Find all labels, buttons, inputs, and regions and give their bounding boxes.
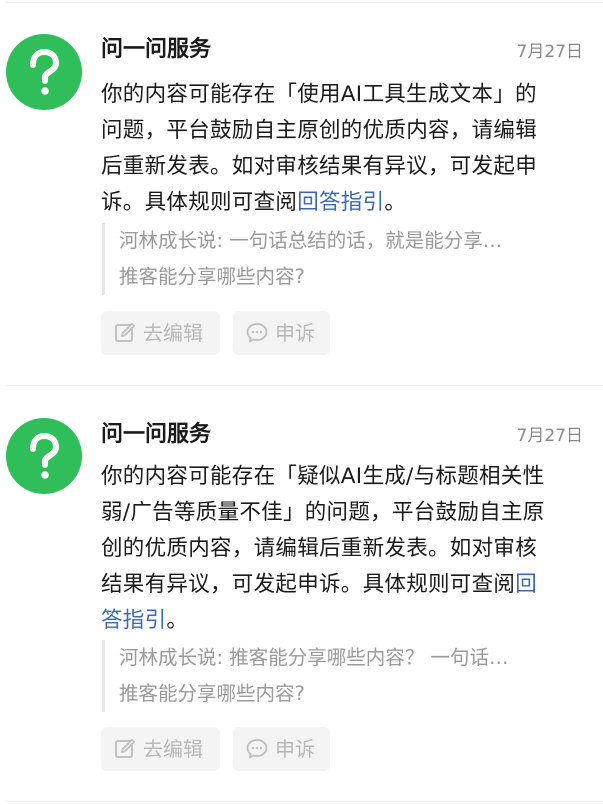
body-line: 弱/广告等质量不佳」的问题，平台鼓励自主原 bbox=[101, 500, 545, 525]
edit-button[interactable]: 去编辑 bbox=[101, 727, 220, 771]
sender-name: 问一问服务 bbox=[101, 422, 212, 447]
body-line: 问题，平台鼓励自主原创的优质内容，请编辑 bbox=[101, 118, 538, 143]
message-body: 你的内容可能存在「疑似AI生成/与标题相关性 弱/广告等质量不佳」的问题，平台鼓… bbox=[101, 459, 581, 639]
quoted-answer[interactable]: 河林成长说: 一句话总结的话，就是能分享… 推客能分享哪些内容? bbox=[102, 223, 599, 295]
message-date: 7月27日 bbox=[516, 426, 583, 446]
body-line-text: 诉。具体规则可查阅 bbox=[101, 190, 298, 215]
top-divider bbox=[6, 2, 603, 3]
edit-button-label: 去编辑 bbox=[143, 321, 203, 345]
quoted-answer[interactable]: 河林成长说: 推客能分享哪些内容？ 一句话… 推客能分享哪些内容? bbox=[102, 640, 599, 712]
body-line: 你的内容可能存在「疑似AI生成/与标题相关性 bbox=[101, 464, 545, 489]
message-date: 7月27日 bbox=[516, 42, 583, 62]
message-body: 你的内容可能存在「使用AI工具生成文本」的 问题，平台鼓励自主原创的优质内容，请… bbox=[101, 77, 581, 221]
answer-guide-link[interactable]: 回 bbox=[515, 572, 537, 597]
body-end: 。 bbox=[384, 190, 407, 215]
edit-button[interactable]: 去编辑 bbox=[101, 311, 220, 355]
service-avatar[interactable] bbox=[6, 418, 82, 494]
quote-question: 推客能分享哪些内容? bbox=[119, 682, 305, 705]
appeal-button-label: 申诉 bbox=[275, 737, 315, 761]
edit-icon bbox=[115, 738, 136, 758]
appeal-button[interactable]: 申诉 bbox=[233, 727, 330, 771]
quote-line: 河林成长说: 一句话总结的话，就是能分享… bbox=[119, 229, 503, 252]
quote-line: 河林成长说: 推客能分享哪些内容？ 一句话… bbox=[119, 646, 509, 669]
body-end: 。 bbox=[166, 608, 189, 633]
body-line: 结果有异议，可发起申诉。具体规则可查阅回 bbox=[101, 567, 581, 603]
chat-bubble-icon bbox=[246, 323, 268, 343]
service-avatar[interactable] bbox=[6, 34, 82, 110]
body-line: 答指引。 bbox=[101, 603, 581, 639]
body-line: 创的优质内容，请编辑后重新发表。如对审核 bbox=[101, 536, 538, 561]
question-mark-icon bbox=[30, 49, 59, 95]
message-divider bbox=[6, 385, 603, 386]
body-line: 你的内容可能存在「使用AI工具生成文本」的 bbox=[101, 82, 537, 107]
body-line-text: 结果有异议，可发起申诉。具体规则可查阅 bbox=[101, 572, 516, 597]
sender-name: 问一问服务 bbox=[101, 37, 212, 62]
chat-bubble-icon bbox=[246, 739, 268, 759]
appeal-button[interactable]: 申诉 bbox=[233, 311, 330, 355]
question-mark-icon bbox=[30, 433, 59, 479]
quote-question: 推客能分享哪些内容? bbox=[119, 265, 305, 288]
edit-icon bbox=[115, 322, 136, 342]
body-line: 后重新发表。如对审核结果有异议，可发起申 bbox=[101, 154, 538, 179]
appeal-button-label: 申诉 bbox=[275, 321, 315, 345]
answer-guide-link[interactable]: 答指引 bbox=[101, 608, 166, 633]
edit-button-label: 去编辑 bbox=[143, 737, 203, 761]
answer-guide-link[interactable]: 回答指引 bbox=[297, 190, 384, 215]
body-line: 诉。具体规则可查阅回答指引。 bbox=[101, 185, 581, 221]
message-list: 问一问服务 7月27日 你的内容可能存在「使用AI工具生成文本」的 问题，平台鼓… bbox=[0, 0, 603, 805]
bottom-divider bbox=[6, 801, 603, 802]
